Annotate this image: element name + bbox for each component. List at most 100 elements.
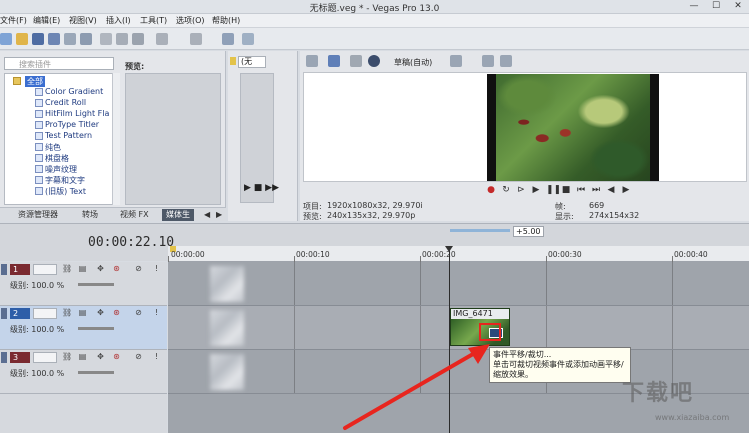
external-monitor-icon[interactable]: [328, 55, 340, 67]
menu-insert[interactable]: 插入(I): [106, 15, 131, 26]
redo-icon[interactable]: [190, 33, 202, 45]
tree-item-test-pattern[interactable]: Test Pattern: [45, 131, 92, 140]
envelope-tool-icon[interactable]: [242, 33, 254, 45]
prev-frame-icon[interactable]: ◀: [606, 185, 616, 195]
track-motion-icon[interactable]: ⛓: [62, 308, 72, 317]
play-from-start-icon[interactable]: ⊳: [516, 185, 526, 195]
render-icon[interactable]: [64, 33, 76, 45]
tab-transitions[interactable]: 转场: [78, 209, 102, 221]
mute-icon[interactable]: ⊛: [112, 352, 121, 361]
stop-icon[interactable]: ■: [561, 185, 571, 195]
play-icon[interactable]: ▶: [531, 185, 541, 195]
paste-icon[interactable]: [132, 33, 144, 45]
maximize-button[interactable]: ☐: [705, 0, 727, 13]
playback-rate-slider[interactable]: [450, 229, 510, 232]
tab-explorer[interactable]: 资源管理器: [14, 209, 62, 221]
close-button[interactable]: ✕: [727, 0, 749, 13]
menu-help[interactable]: 帮助(H): [212, 15, 240, 26]
plugin-search-input[interactable]: 搜索插件: [4, 57, 114, 70]
track-motion-icon[interactable]: ⛓: [62, 264, 72, 273]
copy-snapshot-icon[interactable]: [482, 55, 494, 67]
tree-item-titles-text[interactable]: 字幕和文字: [45, 175, 85, 186]
solo-icon[interactable]: ⊘: [134, 308, 143, 317]
solo-icon[interactable]: ⊘: [134, 264, 143, 273]
mute-icon[interactable]: ⊛: [112, 264, 121, 273]
go-end-icon[interactable]: ⏭: [591, 185, 601, 195]
track-fx-icon[interactable]: ▤: [78, 308, 87, 317]
track-header-3[interactable]: 3 ⛓ ▤ ✥ ⊛ ⊘ ! 级别: 100.0 %: [0, 350, 167, 394]
loop-icon[interactable]: ↻: [501, 185, 511, 195]
tab-video-fx[interactable]: 视频 FX: [116, 209, 153, 221]
minimize-button[interactable]: —: [683, 0, 705, 13]
search-placeholder: 搜索插件: [19, 60, 51, 69]
trimmer-select[interactable]: (无: [238, 56, 266, 68]
track-menu-icon[interactable]: !: [152, 308, 161, 317]
tab-media-generators[interactable]: 媒体生: [162, 209, 194, 221]
tree-item-hitfilm-light-flare[interactable]: HitFilm Light Fla: [45, 109, 109, 118]
time-ruler[interactable]: 00:00:00 00:00:10 00:00:20 00:00:30 00:0…: [168, 246, 749, 262]
track-header-1[interactable]: 1 ⛓ ▤ ✥ ⊛ ⊘ ! 级别: 100.0 %: [0, 262, 167, 306]
record-icon[interactable]: ●: [486, 185, 496, 195]
tree-item-noise-texture[interactable]: 噪声纹理: [45, 164, 77, 175]
save-as-icon[interactable]: [48, 33, 60, 45]
preview-quality-select[interactable]: 草稿(自动): [394, 57, 432, 68]
overlays-icon[interactable]: [450, 55, 462, 67]
level-slider[interactable]: [78, 327, 114, 330]
tree-item-color-gradient[interactable]: Color Gradient: [45, 87, 103, 96]
menu-options[interactable]: 选项(O): [176, 15, 205, 26]
track-menu-icon[interactable]: !: [152, 264, 161, 273]
compositing-icon[interactable]: ✥: [96, 264, 105, 273]
tree-item-legacy-text[interactable]: (旧版) Text: [45, 186, 86, 197]
properties-icon[interactable]: [80, 33, 92, 45]
track-menu-icon[interactable]: !: [152, 352, 161, 361]
track-name-field[interactable]: [33, 352, 57, 363]
cut-icon[interactable]: [100, 33, 112, 45]
track-name-field[interactable]: [33, 308, 57, 319]
tree-item-all[interactable]: 全部: [25, 76, 45, 87]
track-collapse-icon[interactable]: [1, 308, 7, 319]
track-motion-icon[interactable]: ⛓: [62, 352, 72, 361]
menu-file[interactable]: 文件(F): [0, 15, 27, 26]
solo-icon[interactable]: ⊘: [134, 352, 143, 361]
tree-item-protype-titler[interactable]: ProType Titler: [45, 120, 99, 129]
copy-icon[interactable]: [116, 33, 128, 45]
track-header-2[interactable]: 2 ⛓ ▤ ✥ ⊛ ⊘ ! 级别: 100.0 %: [0, 306, 167, 350]
track-collapse-icon[interactable]: [1, 264, 7, 275]
tree-item-solid-color[interactable]: 纯色: [45, 142, 61, 153]
track-fx-icon[interactable]: ▤: [78, 352, 87, 361]
next-frame-icon[interactable]: ▶: [621, 185, 631, 195]
open-icon[interactable]: [16, 33, 28, 45]
playhead-marker-icon[interactable]: [445, 246, 453, 252]
level-slider[interactable]: [78, 283, 114, 286]
compositing-icon[interactable]: ✥: [96, 308, 105, 317]
mute-icon[interactable]: ⊛: [112, 308, 121, 317]
level-slider[interactable]: [78, 371, 114, 374]
save-icon[interactable]: [32, 33, 44, 45]
generator-icon: [35, 165, 43, 173]
split-screen-icon[interactable]: [368, 55, 380, 67]
go-start-icon[interactable]: ⏮: [576, 185, 586, 195]
tree-item-checkerboard[interactable]: 棋盘格: [45, 153, 69, 164]
preview-label: 预览:: [125, 62, 145, 71]
preview-properties-icon[interactable]: [306, 55, 318, 67]
edit-tool-icon[interactable]: [222, 33, 234, 45]
trimmer-play-icon[interactable]: ▶ ■ ▶▶: [244, 183, 279, 193]
pause-icon[interactable]: ❚❚: [546, 185, 561, 195]
track-lane-1[interactable]: [168, 262, 749, 306]
track-name-field[interactable]: [33, 264, 57, 275]
tree-item-credit-roll[interactable]: Credit Roll: [45, 98, 86, 107]
track-fx-icon[interactable]: ▤: [78, 264, 87, 273]
tab-scroll-right[interactable]: ▶: [212, 209, 226, 221]
tree-scrollbar[interactable]: [112, 73, 120, 205]
menu-view[interactable]: 视图(V): [69, 15, 97, 26]
fx-icon[interactable]: [350, 55, 362, 67]
compositing-icon[interactable]: ✥: [96, 352, 105, 361]
track-collapse-icon[interactable]: [1, 352, 7, 363]
new-icon[interactable]: [0, 33, 12, 45]
menu-bar: 文件(F) 编辑(E) 视图(V) 插入(I) 工具(T) 选项(O) 帮助(H…: [0, 14, 749, 28]
menu-edit[interactable]: 编辑(E): [33, 15, 60, 26]
save-snapshot-icon[interactable]: [500, 55, 512, 67]
undo-icon[interactable]: [156, 33, 168, 45]
watermark-logo: 下载吧: [622, 381, 695, 406]
menu-tools[interactable]: 工具(T): [140, 15, 167, 26]
